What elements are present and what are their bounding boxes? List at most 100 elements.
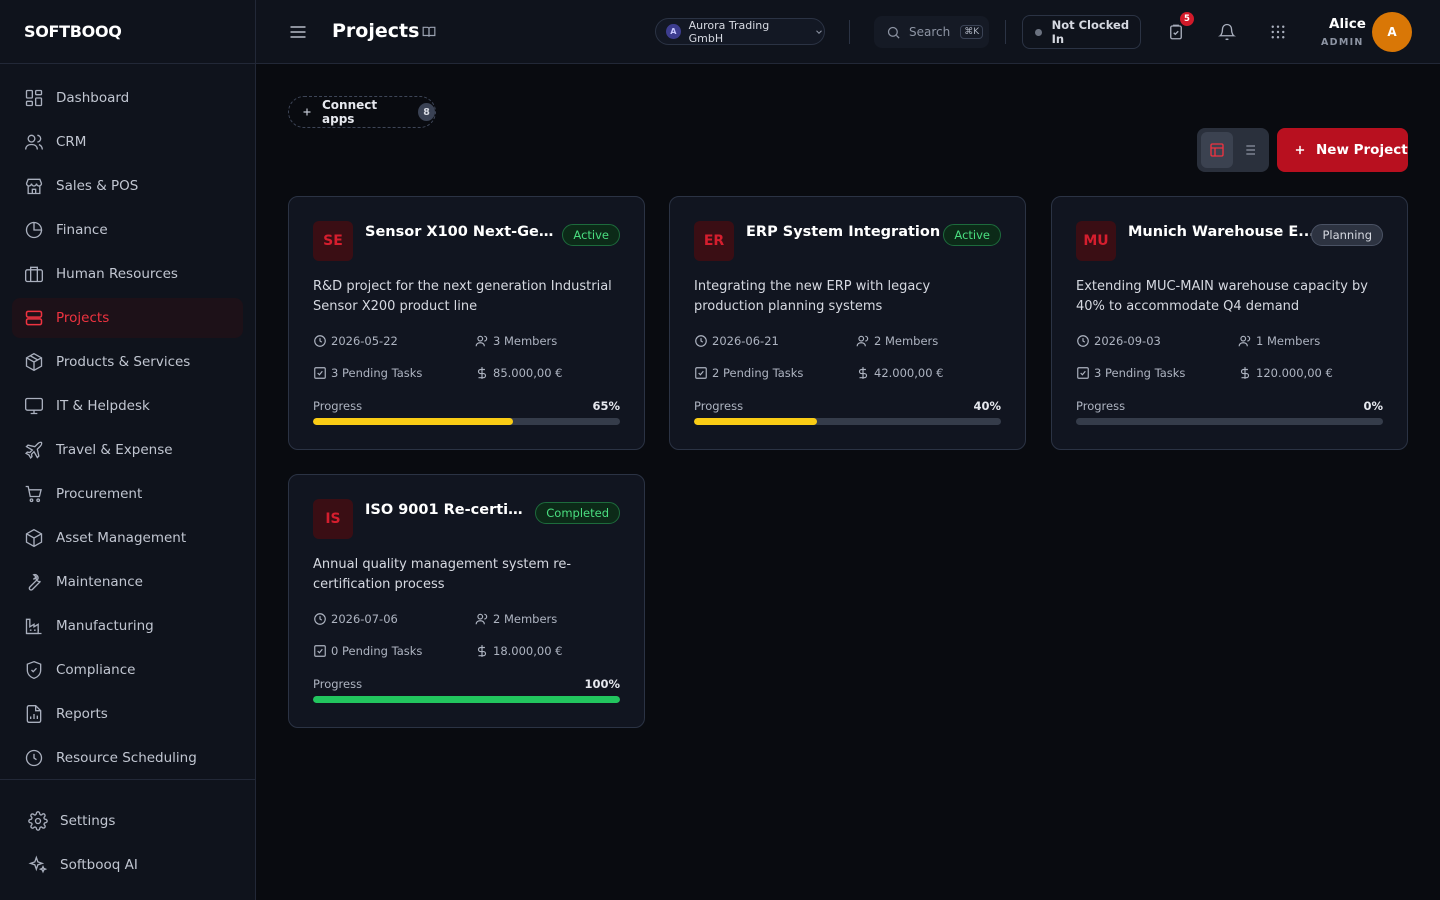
status-badge: Completed: [535, 502, 620, 524]
sidebar-item-procurement[interactable]: Procurement: [12, 474, 243, 514]
cube-icon: [24, 528, 44, 548]
search-shortcut: ⌘K: [960, 25, 984, 39]
project-budget-value: 42.000,00 €: [874, 366, 944, 380]
sidebar-item-compliance[interactable]: Compliance: [12, 650, 243, 690]
sidebar-item-settings[interactable]: Settings: [16, 801, 243, 841]
progress-bar: [313, 418, 620, 425]
project-card[interactable]: SE Sensor X100 Next-Gen ... Active R&D p…: [288, 196, 645, 450]
sidebar-item-projects[interactable]: Projects: [12, 298, 243, 338]
tasks-badge: 5: [1180, 12, 1194, 26]
project-budget: 120.000,00 €: [1238, 366, 1333, 380]
connect-apps-label: Connect apps: [322, 98, 378, 126]
project-date: 2026-07-06: [313, 612, 398, 626]
project-date-value: 2026-05-22: [331, 334, 398, 348]
connect-apps-button[interactable]: Connect apps 8: [288, 96, 436, 128]
clock-icon: [313, 334, 327, 348]
top-bar: Projects A Aurora Trading GmbH Search ⌘K…: [256, 0, 1440, 64]
project-budget-value: 18.000,00 €: [493, 644, 563, 658]
users-icon: [475, 612, 489, 626]
project-tasks: 2 Pending Tasks: [694, 366, 803, 380]
new-project-label: New Project: [1316, 142, 1408, 158]
sidebar-item-label: Asset Management: [56, 530, 187, 546]
brand-logo[interactable]: SOFTBOOQ: [0, 0, 255, 64]
briefcase-icon: [24, 264, 44, 284]
hamburger-menu-icon[interactable]: [288, 22, 308, 42]
gear-icon: [28, 811, 48, 831]
sidebar-item-label: Softbooq AI: [60, 857, 138, 873]
sidebar-item-softbooq-ai[interactable]: Softbooq AI: [16, 845, 243, 885]
sidebar-nav: Dashboard CRM Sales & POS Finance Human …: [0, 64, 255, 778]
project-date-value: 2026-07-06: [331, 612, 398, 626]
grid-icon: [24, 88, 44, 108]
sidebar-item-label: Maintenance: [56, 574, 143, 590]
company-avatar: A: [666, 24, 681, 39]
sidebar-item-products-services[interactable]: Products & Services: [12, 342, 243, 382]
sidebar-item-label: Dashboard: [56, 90, 130, 106]
company-switcher[interactable]: A Aurora Trading GmbH: [655, 18, 825, 45]
progress-fill: [694, 418, 817, 425]
clock-icon: [1076, 334, 1090, 348]
project-tasks: 3 Pending Tasks: [313, 366, 422, 380]
sidebar-item-maintenance[interactable]: Maintenance: [12, 562, 243, 602]
project-card[interactable]: MU Munich Warehouse E... Planning Extend…: [1051, 196, 1408, 450]
status-badge: Active: [943, 224, 1001, 246]
project-card[interactable]: IS ISO 9001 Re-certifi... Completed Annu…: [288, 474, 645, 728]
sidebar-item-travel-expense[interactable]: Travel & Expense: [12, 430, 243, 470]
progress-value: 40%: [973, 399, 1001, 413]
sidebar-item-manufacturing[interactable]: Manufacturing: [12, 606, 243, 646]
sidebar-item-crm[interactable]: CRM: [12, 122, 243, 162]
progress-bar: [1076, 418, 1383, 425]
sidebar-item-reports[interactable]: Reports: [12, 694, 243, 734]
grid-view-button[interactable]: [1201, 132, 1233, 168]
sidebar-item-label: IT & Helpdesk: [56, 398, 150, 414]
apps-grid-icon[interactable]: [1269, 23, 1287, 41]
users-icon: [1238, 334, 1252, 348]
project-members-value: 2 Members: [874, 334, 939, 348]
report-icon: [24, 704, 44, 724]
sidebar-item-sales-pos[interactable]: Sales & POS: [12, 166, 243, 206]
users-icon: [475, 334, 489, 348]
user-role: ADMIN: [1321, 37, 1364, 48]
project-description: Integrating the new ERP with legacy prod…: [694, 279, 931, 314]
company-name: Aurora Trading GmbH: [688, 18, 770, 45]
factory-icon: [24, 616, 44, 636]
sidebar-item-it-helpdesk[interactable]: IT & Helpdesk: [12, 386, 243, 426]
project-budget: 42.000,00 €: [856, 366, 944, 380]
book-icon[interactable]: [422, 25, 436, 39]
clock-status-dot: [1035, 28, 1042, 36]
sidebar-item-label: Sales & POS: [56, 178, 139, 194]
project-date-value: 2026-06-21: [712, 334, 779, 348]
progress-bar: [694, 418, 1001, 425]
progress-label: Progress: [694, 399, 744, 413]
bell-icon[interactable]: [1218, 23, 1236, 41]
list-view-button[interactable]: [1233, 132, 1265, 168]
monitor-icon: [24, 396, 44, 416]
sidebar-item-resource-scheduling[interactable]: Resource Scheduling: [12, 738, 243, 778]
progress-value: 65%: [592, 399, 620, 413]
avatar[interactable]: A: [1372, 12, 1412, 52]
tasks-clipboard-icon[interactable]: [1167, 23, 1185, 41]
project-members: 3 Members: [475, 334, 557, 348]
project-card[interactable]: ER ERP System Integration Active Integra…: [669, 196, 1026, 450]
project-title[interactable]: ISO 9001 Re-certifi...: [365, 502, 530, 518]
layers-icon: [24, 308, 44, 328]
progress-label: Progress: [313, 399, 363, 413]
list-icon: [1241, 142, 1257, 158]
sidebar-item-dashboard[interactable]: Dashboard: [12, 78, 243, 118]
clock-in-button[interactable]: Not Clocked In: [1022, 15, 1141, 49]
search-button[interactable]: Search ⌘K: [874, 16, 989, 48]
sidebar-item-human-resources[interactable]: Human Resources: [12, 254, 243, 294]
plane-icon: [24, 440, 44, 460]
project-title[interactable]: Sensor X100 Next-Gen ...: [365, 224, 560, 240]
project-date-value: 2026-09-03: [1094, 334, 1161, 348]
user-name[interactable]: Alice: [1329, 16, 1366, 32]
project-members-value: 1 Members: [1256, 334, 1321, 348]
project-budget: 85.000,00 €: [475, 366, 563, 380]
sidebar-item-finance[interactable]: Finance: [12, 210, 243, 250]
sidebar-item-asset-management[interactable]: Asset Management: [12, 518, 243, 558]
project-title[interactable]: Munich Warehouse E...: [1128, 224, 1323, 240]
project-title[interactable]: ERP System Integration: [746, 224, 941, 240]
project-description: Extending MUC-MAIN warehouse capacity by…: [1076, 279, 1368, 314]
new-project-button[interactable]: New Project: [1277, 128, 1408, 172]
status-badge: Planning: [1311, 224, 1383, 246]
